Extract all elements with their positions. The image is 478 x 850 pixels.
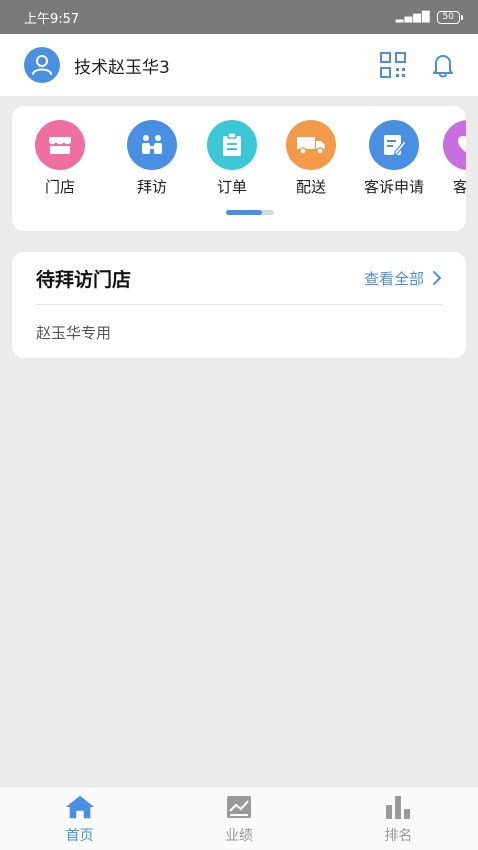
- quick-menu-row[interactable]: 门店 拜访 订单 配送 客诉申请 客: [12, 120, 466, 200]
- menu-label-order: 订单: [216, 178, 247, 196]
- notification-button[interactable]: [428, 50, 458, 80]
- user-icon: [32, 55, 52, 75]
- bottom-tab-bar: 首页 业绩 排名: [0, 786, 478, 850]
- scroll-indicator: [226, 210, 274, 215]
- trend-chart-icon: [223, 793, 255, 821]
- quick-menu-card: 门店 拜访 订单 配送 客诉申请 客: [12, 106, 466, 231]
- bar-chart-icon: [382, 793, 414, 821]
- tab-performance[interactable]: 业绩: [159, 787, 318, 850]
- battery-icon: 50: [436, 10, 464, 24]
- menu-item-order[interactable]: 订单: [192, 120, 272, 197]
- tab-home[interactable]: 首页: [0, 787, 159, 850]
- status-time: 上午9:57: [24, 11, 80, 27]
- menu-item-visit[interactable]: 拜访: [112, 120, 192, 197]
- chevron-right-icon: [433, 271, 442, 285]
- pending-visits-title: 待拜访门店: [36, 268, 132, 291]
- heart-icon: [443, 120, 466, 170]
- menu-item-delivery[interactable]: 配送: [271, 120, 351, 197]
- list-item[interactable]: 赵玉华专用: [36, 312, 111, 352]
- qr-scan-button[interactable]: [378, 50, 408, 80]
- app-header: 技术赵玉华3: [0, 34, 478, 96]
- tab-label-ranking: 排名: [384, 828, 413, 844]
- menu-label-visit: 拜访: [136, 178, 167, 196]
- handshake-icon: [127, 120, 177, 170]
- clipboard-icon: [207, 120, 257, 170]
- user-name: 技术赵玉华3: [74, 57, 170, 78]
- home-icon: [64, 793, 96, 821]
- status-bar: 上午9:57 ▂▄▆█ 50: [0, 0, 478, 34]
- qr-code-icon: [380, 52, 406, 78]
- menu-label-store: 门店: [44, 178, 75, 196]
- store-name: 赵玉华专用: [36, 323, 112, 342]
- pending-visits-card: 待拜访门店 查看全部 赵玉华专用: [12, 252, 466, 358]
- menu-label-complaint: 客诉申请: [363, 178, 424, 196]
- menu-label-delivery: 配送: [295, 178, 326, 196]
- truck-icon: [286, 120, 336, 170]
- edit-form-icon: [369, 120, 419, 170]
- tab-label-home: 首页: [65, 828, 94, 844]
- menu-item-complaint[interactable]: 客诉申请: [354, 120, 434, 197]
- scroll-indicator-fill: [226, 210, 262, 215]
- menu-item-store[interactable]: 门店: [20, 120, 100, 197]
- bell-icon: [433, 55, 453, 78]
- avatar[interactable]: [24, 47, 60, 83]
- store-icon: [35, 120, 85, 170]
- tab-ranking[interactable]: 排名: [319, 787, 478, 850]
- menu-item-customer[interactable]: 客户: [428, 120, 466, 197]
- menu-label-customer: 客户: [452, 178, 466, 196]
- view-all-link[interactable]: 查看全部: [364, 268, 442, 289]
- status-indicators: ▂▄▆█ 50: [395, 10, 464, 24]
- view-all-label: 查看全部: [363, 269, 424, 288]
- tab-label-performance: 业绩: [224, 828, 253, 844]
- pending-visits-header: 待拜访门店 查看全部: [36, 252, 442, 305]
- signal-icon: ▂▄▆█: [395, 11, 431, 23]
